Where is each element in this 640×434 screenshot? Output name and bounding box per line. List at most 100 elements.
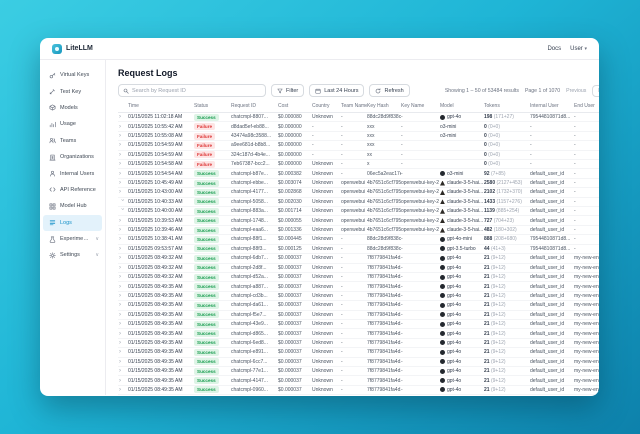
log-row[interactable]: ›01/15/2025 08:49:35 AMSuccesschatcmpl-e… [118, 348, 599, 357]
expand-row-icon[interactable]: › [118, 340, 128, 346]
cell-end-user: - [574, 171, 599, 177]
cell-country: Unknown [312, 331, 341, 337]
sidebar-item-organizations[interactable]: Organizations [40, 149, 105, 165]
cell-cost: $0.000037 [278, 293, 312, 299]
sidebar-item-test-key[interactable]: Test Key [40, 83, 105, 99]
log-row[interactable]: ›01/15/2025 08:49:35 AMSuccesschatcmpl-d… [118, 301, 599, 310]
expand-row-icon[interactable]: › [118, 284, 128, 290]
log-row[interactable]: ›01/15/2025 10:55:08 AMFailure43474a98c3… [118, 132, 599, 141]
docs-link[interactable]: Docs [547, 46, 561, 52]
log-row[interactable]: ›01/15/2025 10:54:59 AMFailure324c187d-4… [118, 151, 599, 160]
status-badge: Success [194, 274, 219, 281]
cell-status: Success [194, 377, 231, 384]
sidebar-item-virtual-keys[interactable]: Virtual Keys [40, 67, 105, 83]
expand-row-icon[interactable]: › [118, 246, 128, 252]
cell-team-name: openwebui [341, 227, 367, 233]
settings-icon [49, 252, 56, 259]
search-input[interactable] [132, 88, 261, 94]
log-row[interactable]: ›01/15/2025 10:40:33 AMSuccesschatcmpl-5… [118, 198, 599, 207]
sidebar-item-experimental[interactable]: Experimental∨ [40, 231, 105, 247]
expand-row-icon[interactable]: › [118, 152, 128, 158]
cell-country: Unknown [312, 302, 341, 308]
expand-row-icon[interactable]: › [118, 180, 128, 186]
expand-row-icon[interactable]: › [118, 171, 128, 177]
expand-row-icon[interactable]: › [118, 368, 128, 374]
log-row[interactable]: ›01/15/2025 08:49:35 AMSuccesschatcmpl-f… [118, 311, 599, 320]
sidebar-item-teams[interactable]: Teams [40, 133, 105, 149]
log-row[interactable]: ›01/15/2025 08:49:35 AMSuccesschatcmpl-6… [118, 358, 599, 367]
log-row[interactable]: ›01/15/2025 08:49:32 AMSuccesschatcmpl-6… [118, 254, 599, 263]
log-row[interactable]: ›01/15/2025 08:49:35 AMSuccesschatcmpl-d… [118, 329, 599, 338]
log-row[interactable]: ›01/15/2025 10:54:58 AMFailure7eb67387-b… [118, 160, 599, 169]
log-row[interactable]: ›01/15/2025 08:49:35 AMSuccesschatcmpl-4… [118, 376, 599, 385]
request-logs-table: TimeStatusRequest IDCostCountryTeam Name… [118, 103, 599, 395]
log-row[interactable]: ›01/15/2025 10:54:54 AMSuccesschatcmpl-b… [118, 169, 599, 178]
log-row[interactable]: ›01/15/2025 10:39:46 AMSuccesschatcmpl-e… [118, 226, 599, 235]
log-row[interactable]: ›01/15/2025 08:49:32 AMSuccesschatcmpl-d… [118, 273, 599, 282]
test-key-icon [49, 88, 56, 95]
log-row[interactable]: ›01/15/2025 09:53:57 AMSuccesschatcmpl-8… [118, 245, 599, 254]
log-row[interactable]: ›01/15/2025 08:49:35 AMSuccesschatcmpl-a… [118, 282, 599, 291]
log-row[interactable]: ›01/15/2025 10:54:59 AMFailurea9ee681d-b… [118, 141, 599, 150]
expand-row-icon[interactable]: › [118, 274, 128, 280]
cell-status: Failure [194, 123, 231, 130]
log-row[interactable]: ›01/15/2025 08:49:35 AMSuccesschatcmpl-0… [118, 386, 599, 395]
collapse-row-icon[interactable]: › [119, 207, 125, 217]
cell-model: o3-mini [440, 171, 484, 177]
sidebar-item-internal-users[interactable]: Internal Users [40, 165, 105, 181]
expand-row-icon[interactable]: › [118, 312, 128, 318]
log-row[interactable]: ›01/15/2025 10:39:53 AMSuccesschatcmpl-1… [118, 216, 599, 225]
expand-row-icon[interactable]: › [118, 387, 128, 393]
previous-page-button[interactable]: Previous [566, 88, 586, 94]
next-page-button[interactable]: Next [592, 85, 599, 97]
expand-row-icon[interactable]: › [118, 359, 128, 365]
expand-row-icon[interactable]: › [118, 189, 128, 195]
sidebar-item-logs[interactable]: Logs [43, 215, 102, 231]
log-row[interactable]: ›01/15/2025 10:43:00 AMSuccesschatcmpl-4… [118, 188, 599, 197]
calendar-icon [315, 88, 321, 94]
expand-row-icon[interactable]: › [118, 236, 128, 242]
cell-team-name: - [341, 349, 367, 355]
time-range-button[interactable]: Last 24 Hours [309, 84, 364, 97]
user-menu[interactable]: User ▾ [570, 46, 587, 52]
log-row[interactable]: ›01/15/2025 08:49:35 AMSuccesschatcmpl-c… [118, 292, 599, 301]
expand-row-icon[interactable]: › [118, 227, 128, 233]
log-row[interactable]: ›01/15/2025 10:55:42 AMFailured8dad5ef-e… [118, 122, 599, 131]
expand-row-icon[interactable]: › [118, 302, 128, 308]
sidebar-item-model-hub[interactable]: Model Hub [40, 198, 105, 214]
expand-row-icon[interactable]: › [118, 265, 128, 271]
column-header-cost: Cost [278, 103, 312, 109]
expand-row-icon[interactable]: › [118, 321, 128, 327]
log-row[interactable]: ›01/15/2025 08:49:35 AMSuccesschatcmpl-4… [118, 320, 599, 329]
log-row[interactable]: ›01/15/2025 10:40:00 AMSuccesschatcmpl-8… [118, 207, 599, 216]
cell-key-name: - [401, 142, 440, 148]
sidebar-item-usage[interactable]: Usage [40, 116, 105, 132]
expand-row-icon[interactable]: › [118, 378, 128, 384]
expand-row-icon[interactable]: › [118, 255, 128, 261]
expand-row-icon[interactable]: › [118, 142, 128, 148]
model-name: claude-3-5-hai... [447, 189, 483, 195]
log-row[interactable]: ›01/15/2025 11:02:18 AMSuccesschatcmpl-8… [118, 113, 599, 122]
model-name: gpt-4o [447, 302, 461, 308]
refresh-button[interactable]: Refresh [369, 84, 409, 97]
filter-button[interactable]: Filter [271, 84, 304, 97]
expand-row-icon[interactable]: › [118, 349, 128, 355]
log-row[interactable]: ›01/15/2025 08:49:32 AMSuccesschatcmpl-2… [118, 264, 599, 273]
expand-row-icon[interactable]: › [118, 124, 128, 130]
cell-team-name: - [341, 340, 367, 346]
expand-row-icon[interactable]: › [118, 114, 128, 120]
sidebar-item-models[interactable]: Models [40, 100, 105, 116]
expand-row-icon[interactable]: › [118, 133, 128, 139]
log-row[interactable]: ›01/15/2025 08:49:35 AMSuccesschatcmpl-6… [118, 339, 599, 348]
expand-row-icon[interactable]: › [118, 218, 128, 224]
expand-row-icon[interactable]: › [118, 331, 128, 337]
cell-request-id: chatcmpl-2d8f... [231, 265, 278, 271]
cell-status: Success [194, 264, 231, 271]
log-row[interactable]: ›01/15/2025 10:45:49 AMSuccesschatcmpl-e… [118, 179, 599, 188]
expand-row-icon[interactable]: › [118, 161, 128, 167]
sidebar-item-api-reference[interactable]: API Reference [40, 182, 105, 198]
log-row[interactable]: ›01/15/2025 10:38:41 AMSuccesschatcmpl-8… [118, 235, 599, 244]
expand-row-icon[interactable]: › [118, 293, 128, 299]
sidebar-item-settings[interactable]: Settings∨ [40, 247, 105, 263]
log-row[interactable]: ›01/15/2025 08:49:35 AMSuccesschatcmpl-7… [118, 367, 599, 376]
